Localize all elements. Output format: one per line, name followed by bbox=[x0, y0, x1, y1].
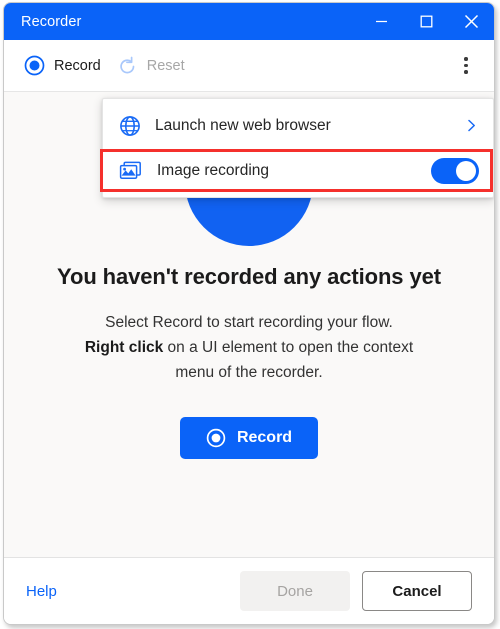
title-bar: Recorder bbox=[4, 3, 494, 40]
more-vertical-icon-dot bbox=[464, 63, 468, 68]
maximize-button[interactable] bbox=[404, 3, 449, 40]
dialog-footer: Help Done Cancel bbox=[4, 557, 494, 624]
description-line-3: menu of the recorder. bbox=[175, 364, 323, 381]
menu-item-label: Image recording bbox=[157, 161, 270, 179]
minimize-button[interactable] bbox=[359, 3, 404, 40]
overflow-flyout-menu: Launch new web browser Image recording bbox=[102, 98, 494, 198]
recorder-window: Recorder Record Reset You haven't record… bbox=[3, 2, 495, 625]
menu-item-launch-web-browser[interactable]: Launch new web browser bbox=[103, 103, 493, 148]
toolbar-reset-label: Reset bbox=[146, 57, 185, 74]
footer-actions: Done Cancel bbox=[240, 571, 472, 611]
minimize-icon bbox=[376, 20, 387, 23]
toolbar-reset-button[interactable]: Reset bbox=[109, 49, 193, 83]
description-line-2: on a UI element to open the context bbox=[163, 339, 414, 356]
cancel-button[interactable]: Cancel bbox=[362, 571, 472, 611]
more-vertical-icon-dot bbox=[464, 70, 468, 74]
menu-item-label: Launch new web browser bbox=[155, 116, 331, 134]
globe-icon bbox=[120, 115, 140, 136]
chevron-right-icon bbox=[464, 118, 479, 133]
help-link[interactable]: Help bbox=[26, 583, 57, 600]
more-vertical-icon-dot bbox=[464, 57, 468, 61]
overflow-menu-button[interactable] bbox=[450, 50, 482, 82]
maximize-icon bbox=[420, 15, 433, 28]
record-circle-icon bbox=[24, 55, 45, 76]
image-stack-icon bbox=[119, 161, 141, 179]
close-button[interactable] bbox=[449, 3, 494, 40]
empty-state-description: Select Record to start recording your fl… bbox=[64, 310, 434, 385]
description-line-1: Select Record to start recording your fl… bbox=[105, 314, 393, 331]
window-title: Recorder bbox=[21, 13, 82, 30]
record-primary-button-label: Record bbox=[236, 429, 293, 446]
done-button[interactable]: Done bbox=[240, 571, 350, 611]
menu-item-image-recording[interactable]: Image recording bbox=[103, 148, 493, 193]
description-bold-phrase: Right click bbox=[84, 339, 164, 356]
image-recording-toggle[interactable] bbox=[431, 157, 479, 184]
page-title: You haven't recorded any actions yet bbox=[57, 264, 441, 289]
caption-button-group bbox=[359, 3, 494, 40]
close-icon bbox=[464, 14, 479, 29]
command-toolbar: Record Reset bbox=[4, 40, 494, 91]
toggle-knob bbox=[456, 160, 476, 181]
record-primary-button[interactable]: Record bbox=[179, 417, 319, 459]
toolbar-record-button[interactable]: Record bbox=[16, 49, 109, 83]
record-circle-icon bbox=[206, 428, 226, 448]
reset-arrow-icon bbox=[120, 56, 135, 74]
toolbar-record-label: Record bbox=[54, 57, 101, 74]
